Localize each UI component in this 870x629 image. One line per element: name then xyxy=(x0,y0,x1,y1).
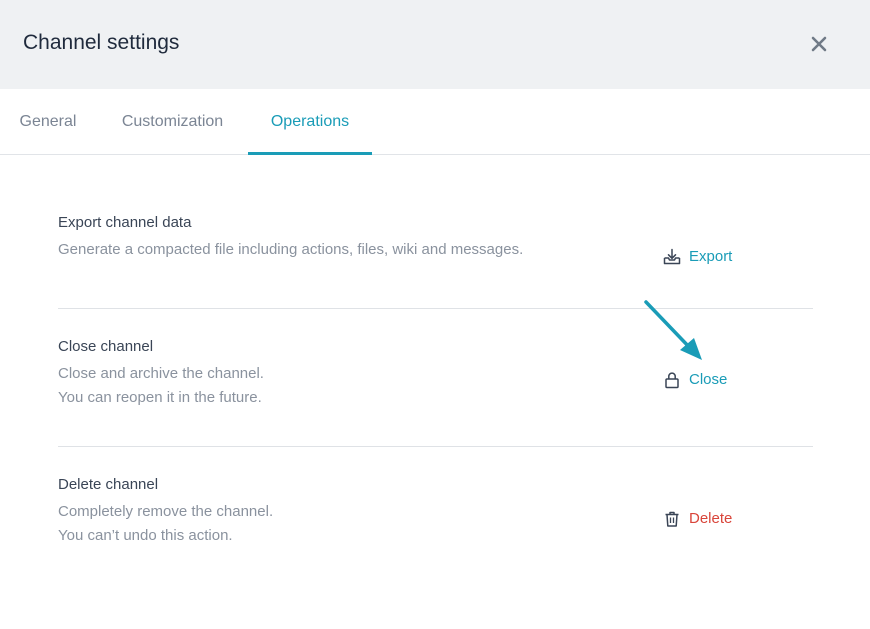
delete-channel-title: Delete channel xyxy=(58,476,159,493)
delete-channel-button[interactable]: Delete xyxy=(662,509,732,529)
tab-customization[interactable]: Customization xyxy=(117,89,228,155)
close-channel-button[interactable]: Close xyxy=(662,370,727,390)
close-x-icon xyxy=(811,36,827,52)
section-divider xyxy=(58,446,813,447)
lock-icon xyxy=(662,370,682,390)
tab-general[interactable]: General xyxy=(18,89,78,155)
active-tab-indicator xyxy=(248,152,372,155)
trash-icon xyxy=(662,509,682,529)
channel-settings-dialog: Channel settings General Customization O… xyxy=(0,0,870,629)
tab-bar: General Customization Operations xyxy=(0,89,870,155)
tab-operations[interactable]: Operations xyxy=(248,89,372,155)
close-channel-button-label: Close xyxy=(689,371,728,388)
export-tray-icon xyxy=(662,247,682,267)
delete-channel-button-label: Delete xyxy=(689,510,733,527)
dialog-title: Channel settings xyxy=(23,31,180,54)
export-section-title: Export channel data xyxy=(58,214,192,231)
pointer-arrow-annotation xyxy=(644,300,702,360)
close-dialog-button[interactable] xyxy=(807,32,831,56)
dialog-header: Channel settings xyxy=(0,0,870,89)
export-button-label: Export xyxy=(689,248,733,265)
export-button[interactable]: Export xyxy=(662,247,732,267)
